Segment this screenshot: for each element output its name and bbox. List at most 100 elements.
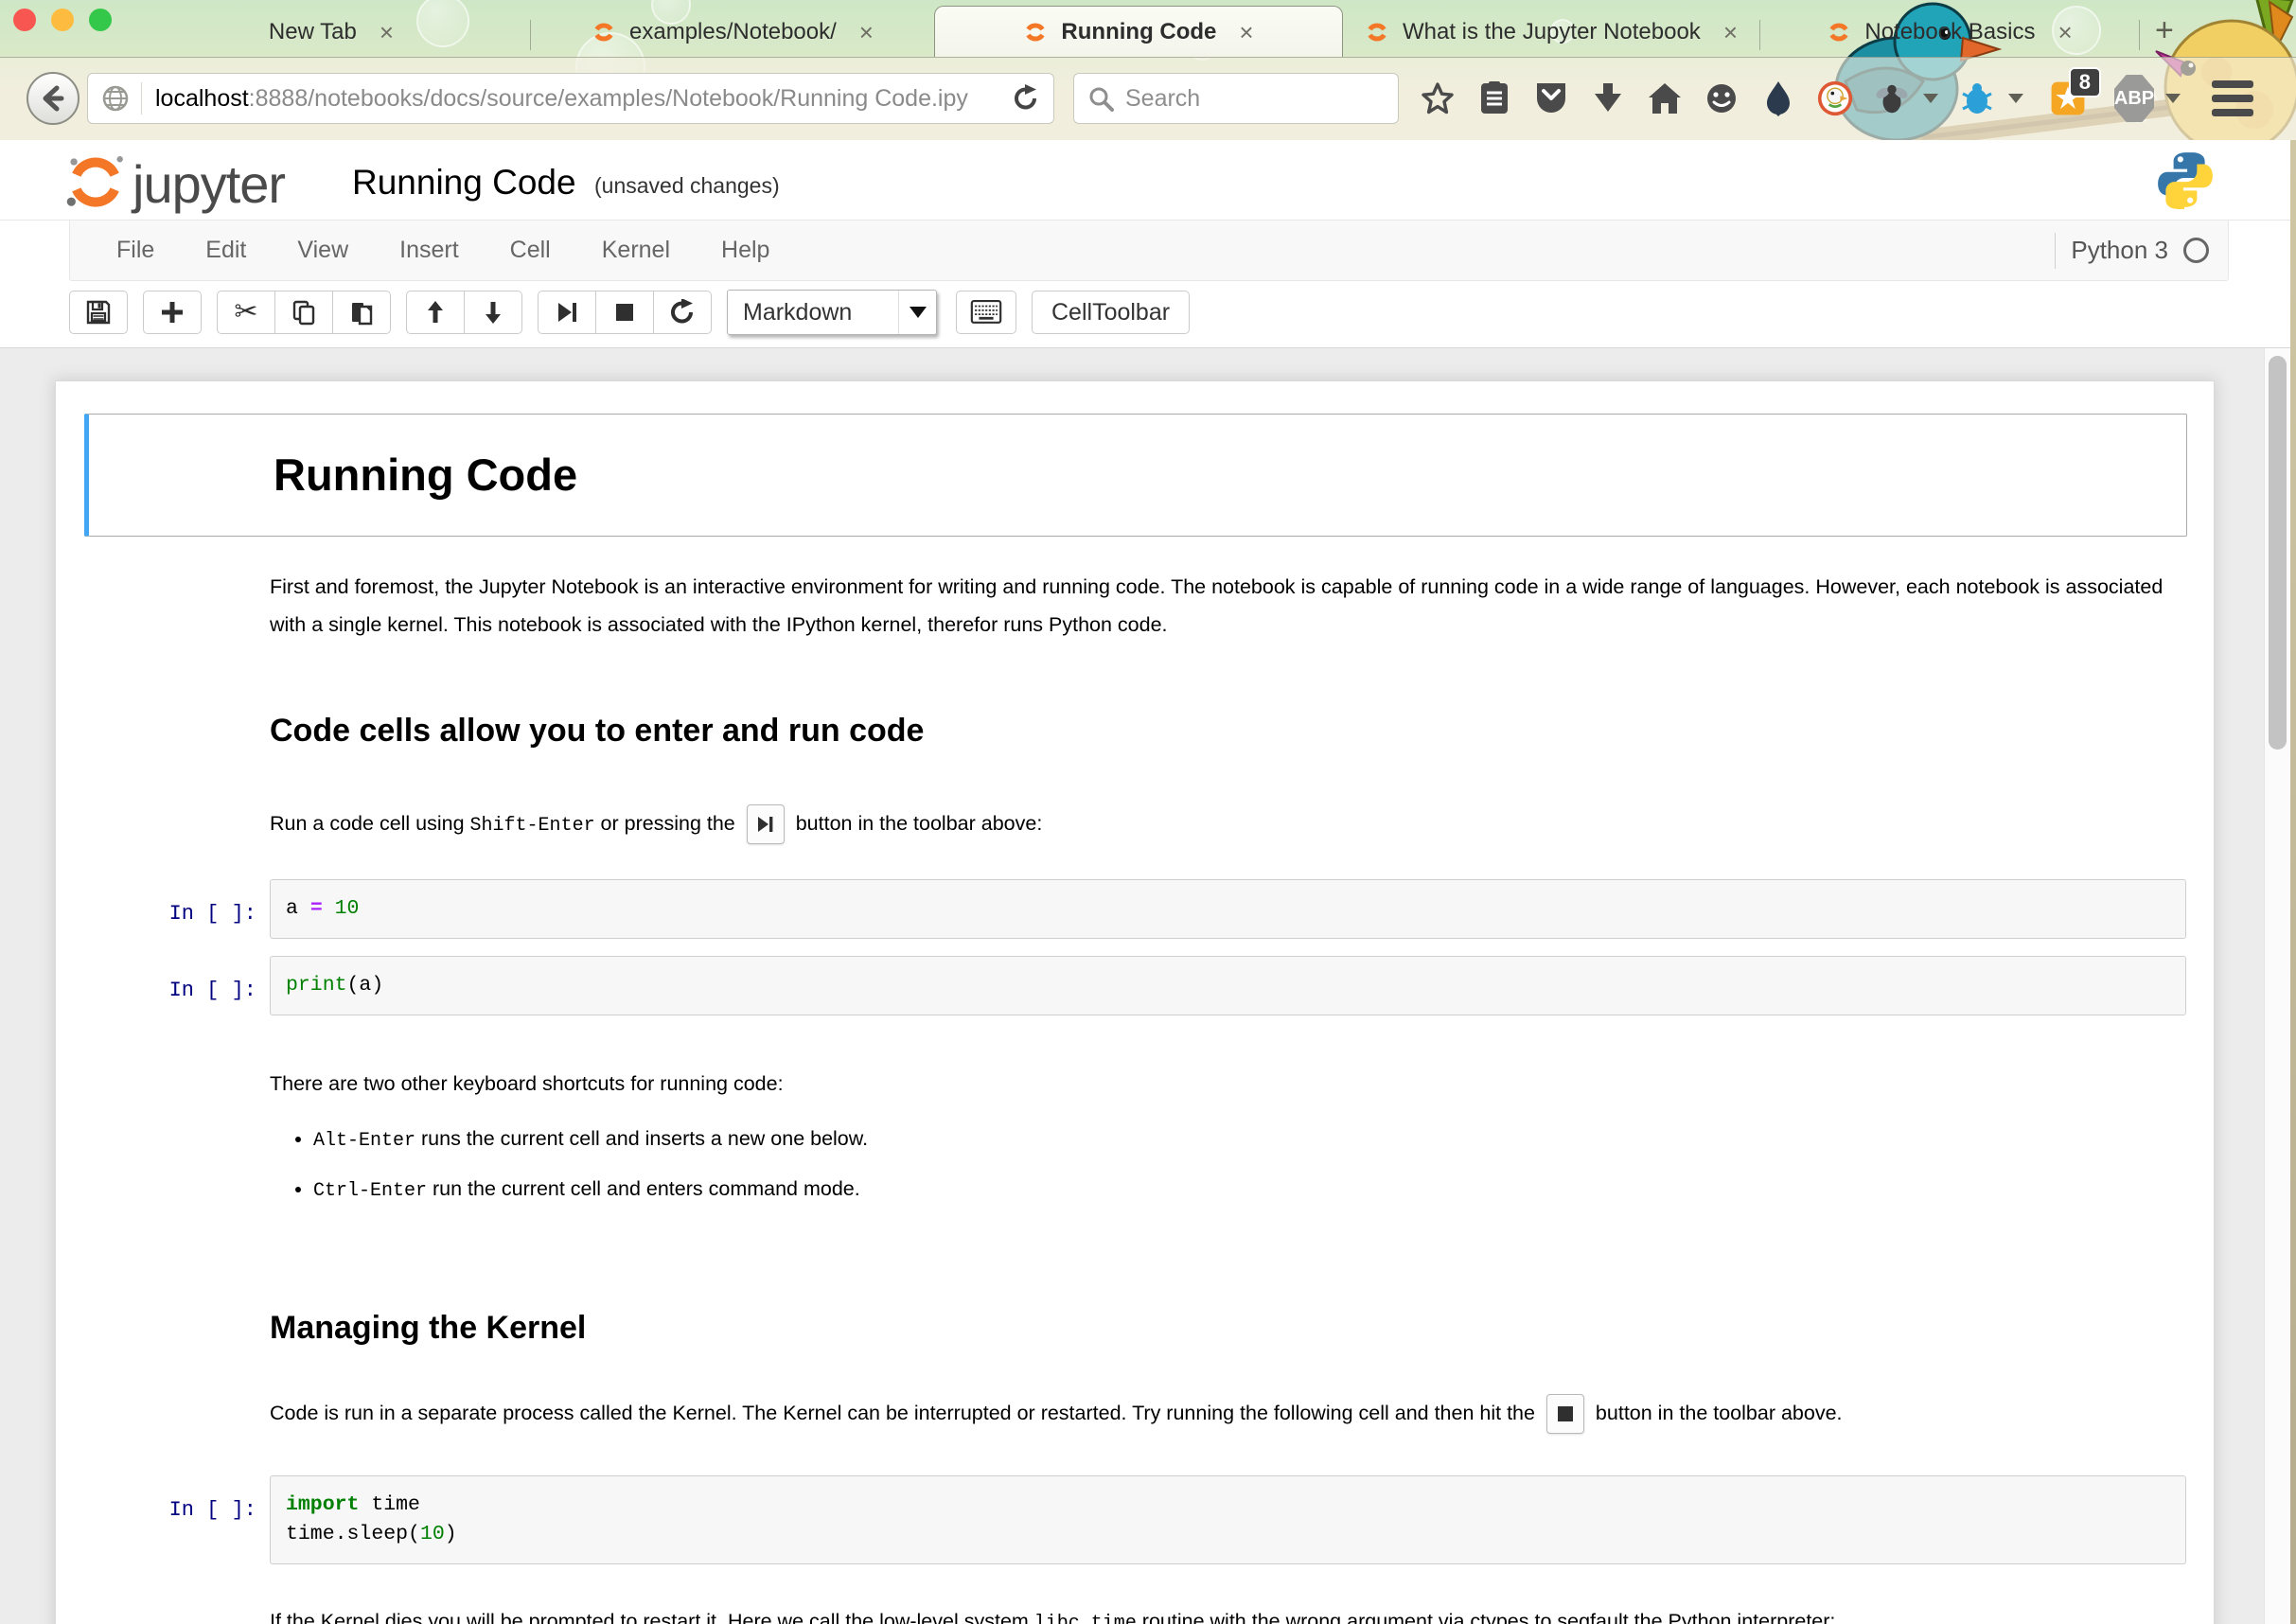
- add-cell-button[interactable]: [143, 291, 202, 334]
- star-addon-icon[interactable]: 8: [2050, 80, 2086, 116]
- tab-label: Running Code: [1061, 19, 1216, 45]
- code-input[interactable]: a = 10: [270, 879, 2186, 939]
- cut-cell-button[interactable]: ✂: [217, 291, 275, 334]
- interrupt-kernel-button[interactable]: [595, 291, 654, 334]
- page-scrollbar[interactable]: [2264, 348, 2290, 1624]
- duckduckgo-icon[interactable]: [1817, 80, 1853, 116]
- refresh-icon: [669, 299, 696, 326]
- inline-stop-button-image: [1546, 1394, 1584, 1434]
- tab-notebook-basics[interactable]: Notebook Basics ×: [1760, 8, 2139, 57]
- cell-code-print[interactable]: In [ ]: print(a): [84, 947, 2187, 1024]
- back-button[interactable]: [26, 72, 79, 125]
- run-instruction: Run a code cell using Shift-Enter or pre…: [270, 801, 2186, 849]
- dropdown-caret-icon[interactable]: [1923, 94, 1938, 103]
- cell-markdown-title[interactable]: Running Code: [84, 414, 2187, 537]
- reload-icon[interactable]: [1012, 84, 1040, 113]
- cell-markdown-intro[interactable]: First and foremost, the Jupyter Notebook…: [84, 554, 2187, 658]
- python-logo-icon: [2154, 149, 2217, 211]
- dropdown-caret-icon[interactable]: [2165, 94, 2181, 103]
- window-controls[interactable]: [13, 9, 112, 31]
- pocket-icon[interactable]: [1533, 80, 1569, 116]
- tab-close-icon[interactable]: ×: [1239, 20, 1253, 44]
- bookmark-star-icon[interactable]: [1420, 80, 1456, 116]
- close-window-button[interactable]: [13, 9, 36, 31]
- new-tab-button[interactable]: +: [2155, 3, 2174, 49]
- menu-icon[interactable]: [2215, 80, 2251, 116]
- zoom-window-button[interactable]: [89, 9, 112, 31]
- download-icon[interactable]: [1590, 80, 1626, 116]
- prompt-area: [85, 568, 270, 644]
- dropdown-caret-icon[interactable]: [2008, 94, 2023, 103]
- shortcut-alt-enter: Alt-Enter runs the current cell and inse…: [313, 1120, 2186, 1160]
- code-input[interactable]: print(a): [270, 956, 2186, 1015]
- checkpoint-status: (unsaved changes): [594, 173, 780, 199]
- cell-type-select[interactable]: Markdown: [727, 290, 937, 335]
- plus-icon: [159, 299, 185, 326]
- copy-cell-button[interactable]: [274, 291, 333, 334]
- cell-markdown-code-cells[interactable]: Code cells allow you to enter and run co…: [84, 658, 2187, 863]
- menu-kernel[interactable]: Kernel: [584, 237, 688, 264]
- cell-code-sleep[interactable]: In [ ]: import time time.sleep(10): [84, 1467, 2187, 1573]
- kernel-name: Python 3: [2071, 236, 2168, 265]
- url-text[interactable]: localhost:8888/notebooks/docs/source/exa…: [155, 85, 1004, 113]
- jupyter-header: jupyter Running Code (unsaved changes): [0, 140, 2296, 221]
- search-bar[interactable]: Search: [1073, 73, 1399, 124]
- prompt-area: [85, 1587, 270, 1624]
- kernel-instruction: Code is run in a separate process called…: [270, 1390, 2186, 1436]
- tab-close-icon[interactable]: ×: [1723, 20, 1738, 44]
- navigation-bar: localhost:8888/notebooks/docs/source/exa…: [0, 57, 2296, 140]
- url-bar[interactable]: localhost:8888/notebooks/docs/source/exa…: [87, 73, 1054, 124]
- move-cell-up-button[interactable]: [406, 291, 465, 334]
- run-icon: [554, 299, 580, 326]
- browser-chrome: New Tab × examples/Notebook/ × Running C…: [0, 0, 2296, 140]
- fly-addon-icon[interactable]: [1874, 80, 1910, 116]
- menu-view[interactable]: View: [279, 237, 366, 264]
- tab-close-icon[interactable]: ×: [380, 20, 394, 44]
- cell-code-assignment[interactable]: In [ ]: a = 10: [84, 871, 2187, 947]
- celltoolbar-button[interactable]: CellToolbar: [1032, 291, 1190, 334]
- tab-close-icon[interactable]: ×: [2058, 20, 2072, 44]
- paste-cell-button[interactable]: [332, 291, 391, 334]
- command-palette-button[interactable]: [956, 291, 1016, 334]
- cell-markdown-segfault[interactable]: If the Kernel dies you will be prompted …: [84, 1573, 2187, 1624]
- cell-markdown-shortcuts[interactable]: There are two other keyboard shortcuts f…: [84, 1024, 2187, 1234]
- menu-insert[interactable]: Insert: [381, 237, 477, 264]
- minimize-window-button[interactable]: [51, 9, 74, 31]
- kernel-dies-paragraph: If the Kernel dies you will be prompted …: [270, 1602, 2186, 1624]
- bug-addon-icon[interactable]: [1959, 80, 1995, 116]
- shortcuts-intro: There are two other keyboard shortcuts f…: [270, 1065, 2186, 1103]
- url-host: localhost: [155, 85, 249, 112]
- tab-examples-notebook[interactable]: examples/Notebook/ ×: [531, 8, 934, 57]
- adblock-plus-icon[interactable]: ABP: [2116, 80, 2152, 116]
- tab-close-icon[interactable]: ×: [859, 20, 874, 44]
- jupyter-favicon: [1365, 20, 1389, 44]
- addon-badge-count: 8: [2069, 67, 2101, 97]
- home-icon[interactable]: [1647, 80, 1683, 116]
- save-button[interactable]: [69, 291, 128, 334]
- run-cell-button[interactable]: [538, 291, 596, 334]
- tab-what-is-jupyter[interactable]: What is the Jupyter Notebook ×: [1343, 8, 1759, 57]
- drop-addon-icon[interactable]: [1760, 80, 1796, 116]
- arrow-up-icon: [422, 299, 449, 326]
- notebook-title[interactable]: Running Code: [352, 163, 576, 203]
- tab-running-code[interactable]: Running Code ×: [934, 6, 1343, 57]
- code-input[interactable]: import time time.sleep(10): [270, 1475, 2186, 1564]
- stop-icon: [611, 299, 638, 326]
- scrollbar-thumb[interactable]: [2269, 356, 2287, 750]
- tab-new-tab[interactable]: New Tab ×: [132, 8, 530, 57]
- cell-markdown-kernel[interactable]: Managing the Kernel Code is run in a sep…: [84, 1234, 2187, 1450]
- menu-cell[interactable]: Cell: [492, 237, 569, 264]
- intro-paragraph: First and foremost, the Jupyter Notebook…: [270, 568, 2186, 644]
- smiley-addon-icon[interactable]: [1704, 80, 1740, 116]
- menu-file[interactable]: File: [98, 237, 172, 264]
- menu-help[interactable]: Help: [703, 237, 787, 264]
- reading-list-icon[interactable]: [1476, 80, 1512, 116]
- restart-kernel-button[interactable]: [653, 291, 712, 334]
- jupyter-logo[interactable]: jupyter: [64, 150, 285, 215]
- menu-edit[interactable]: Edit: [187, 237, 264, 264]
- kernel-indicator: Python 3: [2055, 233, 2228, 269]
- section-heading-kernel: Managing the Kernel: [270, 1307, 2186, 1349]
- move-cell-down-button[interactable]: [464, 291, 522, 334]
- arrow-down-icon: [480, 299, 506, 326]
- paste-icon: [348, 299, 375, 326]
